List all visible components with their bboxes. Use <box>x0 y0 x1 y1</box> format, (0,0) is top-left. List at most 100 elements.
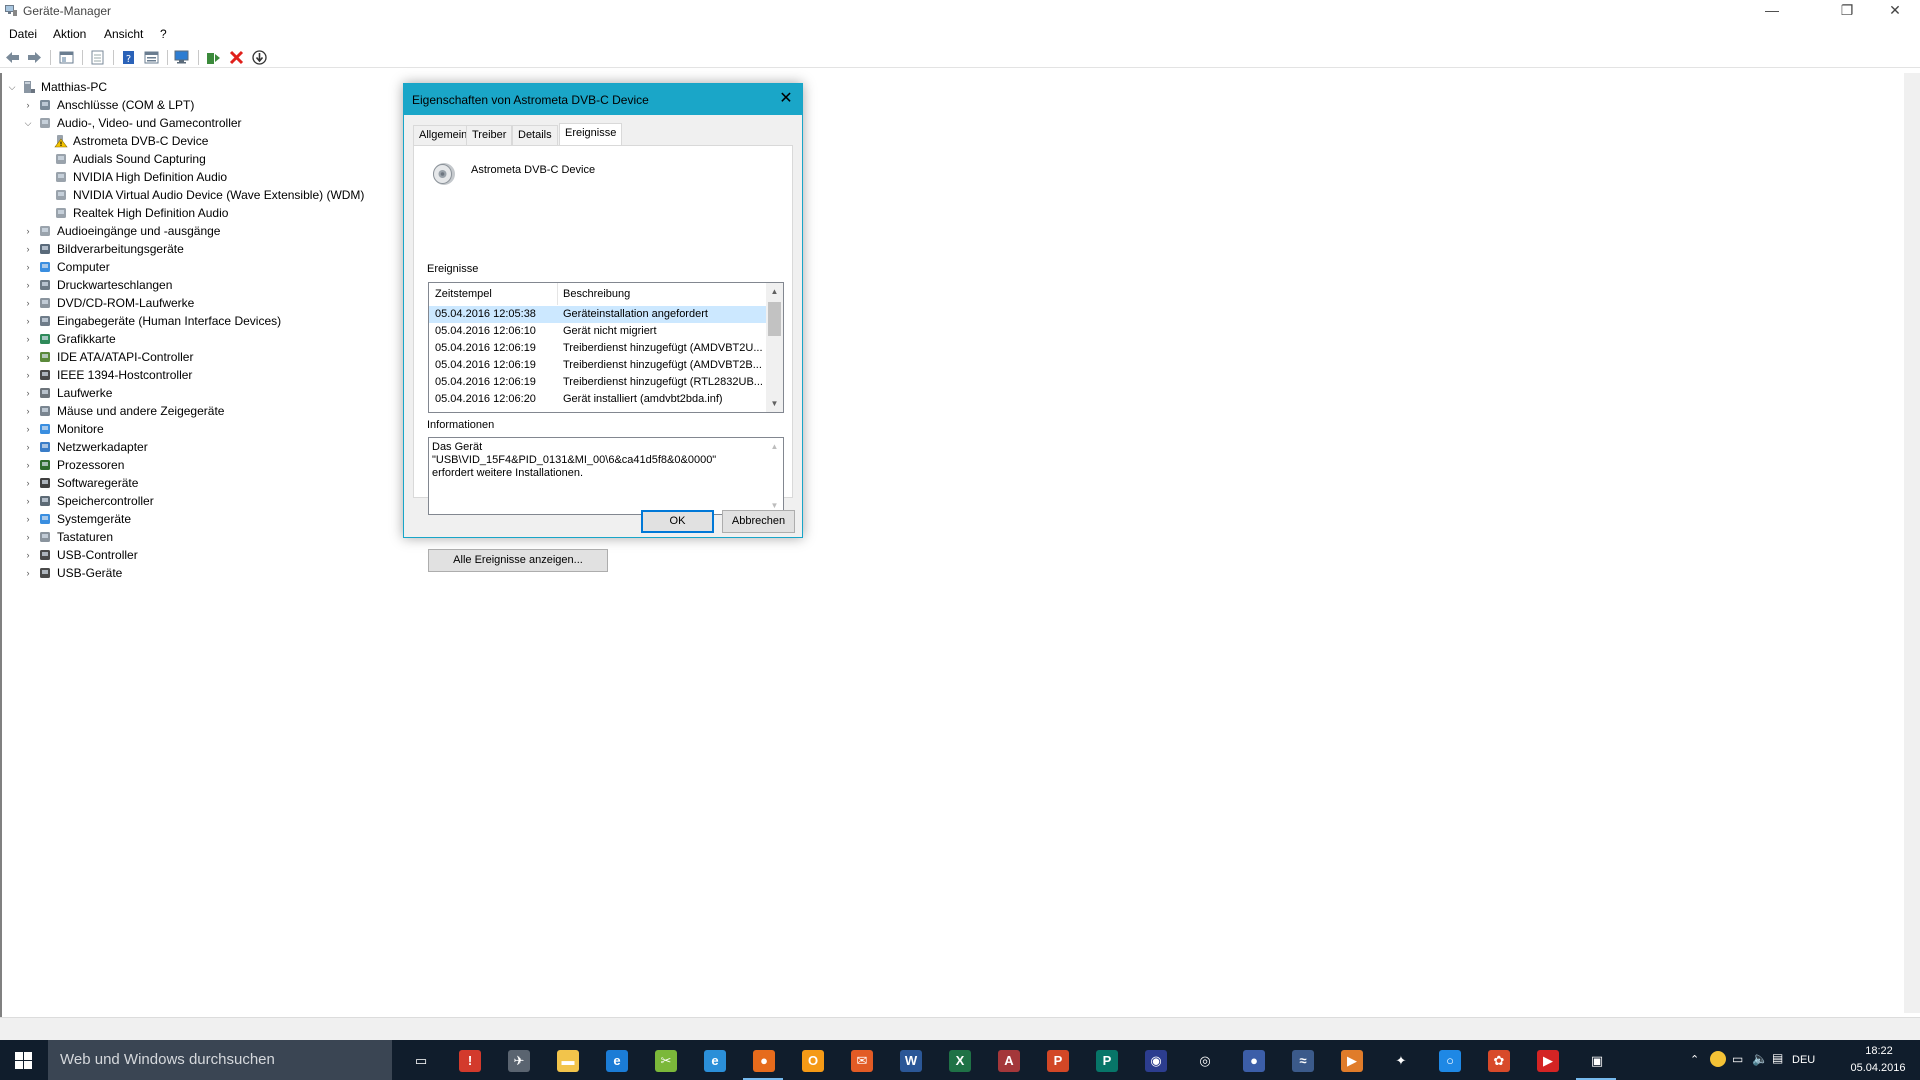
menu-help[interactable]: ? <box>160 27 167 41</box>
tab-details[interactable]: Details <box>512 125 558 145</box>
column-header-beschreibung[interactable]: Beschreibung <box>563 288 630 300</box>
tree-item[interactable]: › Audioeingänge und -ausgänge <box>22 222 221 240</box>
tree-item[interactable]: ⌵ Audio-, Video- und Gamecontroller <box>22 114 242 132</box>
cancel-button[interactable]: Abbrechen <box>722 510 795 533</box>
taskbar-app-button[interactable]: ○ <box>1425 1040 1473 1080</box>
taskbar-app-button[interactable]: ! <box>445 1040 493 1080</box>
menu-ansicht[interactable]: Ansicht <box>104 27 143 41</box>
tree-item[interactable]: Audials Sound Capturing <box>38 150 206 168</box>
chevron-right-icon[interactable]: › <box>22 388 34 398</box>
tab-ereignisse[interactable]: Ereignisse <box>559 123 623 146</box>
chevron-right-icon[interactable]: › <box>22 496 34 506</box>
chevron-down-icon[interactable]: ⌵ <box>6 82 18 93</box>
help-icon[interactable]: ? <box>120 49 137 66</box>
chevron-right-icon[interactable]: › <box>22 406 34 416</box>
taskbar-app-button[interactable]: ▣ <box>1572 1040 1620 1080</box>
tab-treiber[interactable]: Treiber <box>466 125 513 145</box>
taskbar-app-button[interactable]: W <box>886 1040 934 1080</box>
properties-icon[interactable] <box>89 49 106 66</box>
tree-item[interactable]: › IEEE 1394-Hostcontroller <box>22 366 193 384</box>
column-divider[interactable] <box>557 283 558 305</box>
tree-item[interactable]: › Druckwarteschlangen <box>22 276 173 294</box>
tree-item[interactable]: › USB-Controller <box>22 546 138 564</box>
tree-item[interactable]: › Monitore <box>22 420 104 438</box>
tree-item[interactable]: › Computer <box>22 258 110 276</box>
clock-date[interactable]: 05.04.2016 <box>1845 1062 1911 1074</box>
tree-item[interactable]: › Softwaregeräte <box>22 474 139 492</box>
chevron-right-icon[interactable]: › <box>22 424 34 434</box>
clock-time[interactable]: 18:22 <box>1851 1045 1907 1057</box>
taskbar-app-button[interactable]: ▶ <box>1327 1040 1375 1080</box>
taskbar-app-button[interactable]: ● <box>1229 1040 1277 1080</box>
taskbar-app-button[interactable]: ✈ <box>494 1040 542 1080</box>
info-textbox[interactable]: Das Gerät "USB\VID_15F4&PID_0131&MI_00\6… <box>428 437 784 515</box>
taskbar-app-button[interactable]: ▭ <box>396 1040 444 1080</box>
tree-item[interactable]: › Systemgeräte <box>22 510 132 528</box>
update-driver-icon[interactable] <box>205 49 222 66</box>
notifications-icon[interactable]: ▤ <box>1772 1051 1783 1065</box>
dialog-title-bar[interactable]: Eigenschaften von Astrometa DVB-C Device… <box>404 84 802 115</box>
taskbar-app-button[interactable]: ✦ <box>1376 1040 1424 1080</box>
tree-item[interactable]: › Bildverarbeitungsgeräte <box>22 240 184 258</box>
taskbar-app-button[interactable]: X <box>935 1040 983 1080</box>
view-icon[interactable] <box>143 49 160 66</box>
search-box[interactable]: Web und Windows durchsuchen <box>48 1040 392 1080</box>
taskbar-app-button[interactable]: ● <box>739 1040 787 1080</box>
chevron-right-icon[interactable]: › <box>22 478 34 488</box>
chevron-right-icon[interactable]: › <box>22 370 34 380</box>
column-header-zeitstempel[interactable]: Zeitstempel <box>435 288 492 300</box>
disable-icon[interactable] <box>251 49 268 66</box>
chevron-right-icon[interactable]: › <box>22 334 34 344</box>
taskbar-app-button[interactable]: O <box>788 1040 836 1080</box>
chevron-right-icon[interactable]: › <box>22 244 34 254</box>
taskbar-app-button[interactable]: ▬ <box>543 1040 591 1080</box>
menu-datei[interactable]: Datei <box>9 27 37 41</box>
chevron-right-icon[interactable]: › <box>22 352 34 362</box>
language-indicator[interactable]: DEU <box>1792 1054 1815 1066</box>
chevron-up-icon[interactable]: ⌃ <box>1690 1053 1699 1066</box>
tree-item[interactable]: › Anschlüsse (COM & LPT) <box>22 96 195 114</box>
tree-item[interactable]: › Mäuse und andere Zeigegeräte <box>22 402 225 420</box>
restore-button[interactable]: ❐ <box>1824 0 1870 22</box>
taskbar-app-button[interactable]: ✂ <box>641 1040 689 1080</box>
security-icon[interactable] <box>1710 1051 1726 1067</box>
taskbar-app-button[interactable]: ◎ <box>1180 1040 1228 1080</box>
menu-aktion[interactable]: Aktion <box>53 27 86 41</box>
events-list[interactable]: Zeitstempel Beschreibung 05.04.2016 12:0… <box>428 282 784 413</box>
tree-item[interactable]: NVIDIA Virtual Audio Device (Wave Extens… <box>38 186 364 204</box>
tree-item[interactable]: › Tastaturen <box>22 528 114 546</box>
tree-item[interactable]: › Speichercontroller <box>22 492 154 510</box>
tree-item[interactable]: › IDE ATA/ATAPI-Controller <box>22 348 194 366</box>
chevron-right-icon[interactable]: › <box>22 442 34 452</box>
taskbar-app-button[interactable]: ✉ <box>837 1040 885 1080</box>
dialog-close-button[interactable]: ✕ <box>776 89 796 109</box>
tab-allgemein[interactable]: Allgemein <box>413 125 474 145</box>
chevron-right-icon[interactable]: › <box>22 100 34 110</box>
info-scrollbar[interactable]: ▲ ▼ <box>766 438 783 514</box>
tree-item[interactable]: Astrometa DVB-C Device <box>38 132 208 150</box>
event-row[interactable]: 05.04.2016 12:06:19 Treiberdienst hinzuge… <box>429 357 767 374</box>
uninstall-icon[interactable] <box>228 49 245 66</box>
chevron-right-icon[interactable]: › <box>22 316 34 326</box>
back-icon[interactable] <box>4 49 21 66</box>
taskbar-app-button[interactable]: ▶ <box>1523 1040 1571 1080</box>
scroll-up-icon[interactable]: ▲ <box>766 438 783 455</box>
tree-root[interactable]: ⌵ Matthias-PC <box>6 78 107 96</box>
events-scrollbar[interactable]: ▲ ▼ <box>766 283 783 412</box>
volume-icon[interactable]: 🔈 <box>1752 1051 1768 1067</box>
taskbar-app-button[interactable]: P <box>1033 1040 1081 1080</box>
taskbar-app-button[interactable]: e <box>592 1040 640 1080</box>
minimize-button[interactable]: — <box>1749 0 1795 22</box>
tree-item[interactable]: › Netzwerkadapter <box>22 438 148 456</box>
taskbar-app-button[interactable]: ≈ <box>1278 1040 1326 1080</box>
tree-item[interactable]: › DVD/CD-ROM-Laufwerke <box>22 294 195 312</box>
show-all-events-button[interactable]: Alle Ereignisse anzeigen... <box>428 549 608 572</box>
taskbar-app-button[interactable]: P <box>1082 1040 1130 1080</box>
tree-item[interactable]: › Prozessoren <box>22 456 125 474</box>
event-row[interactable]: 05.04.2016 12:05:38 Geräteinstallation an… <box>429 306 767 323</box>
taskbar-app-button[interactable]: ◉ <box>1131 1040 1179 1080</box>
tree-item[interactable]: › Eingabegeräte (Human Interface Devices) <box>22 312 282 330</box>
event-row[interactable]: 05.04.2016 12:06:10 Gerät nicht migriert <box>429 323 767 340</box>
close-button[interactable]: ✕ <box>1872 0 1918 22</box>
show-hide-console-tree-icon[interactable] <box>58 49 75 66</box>
